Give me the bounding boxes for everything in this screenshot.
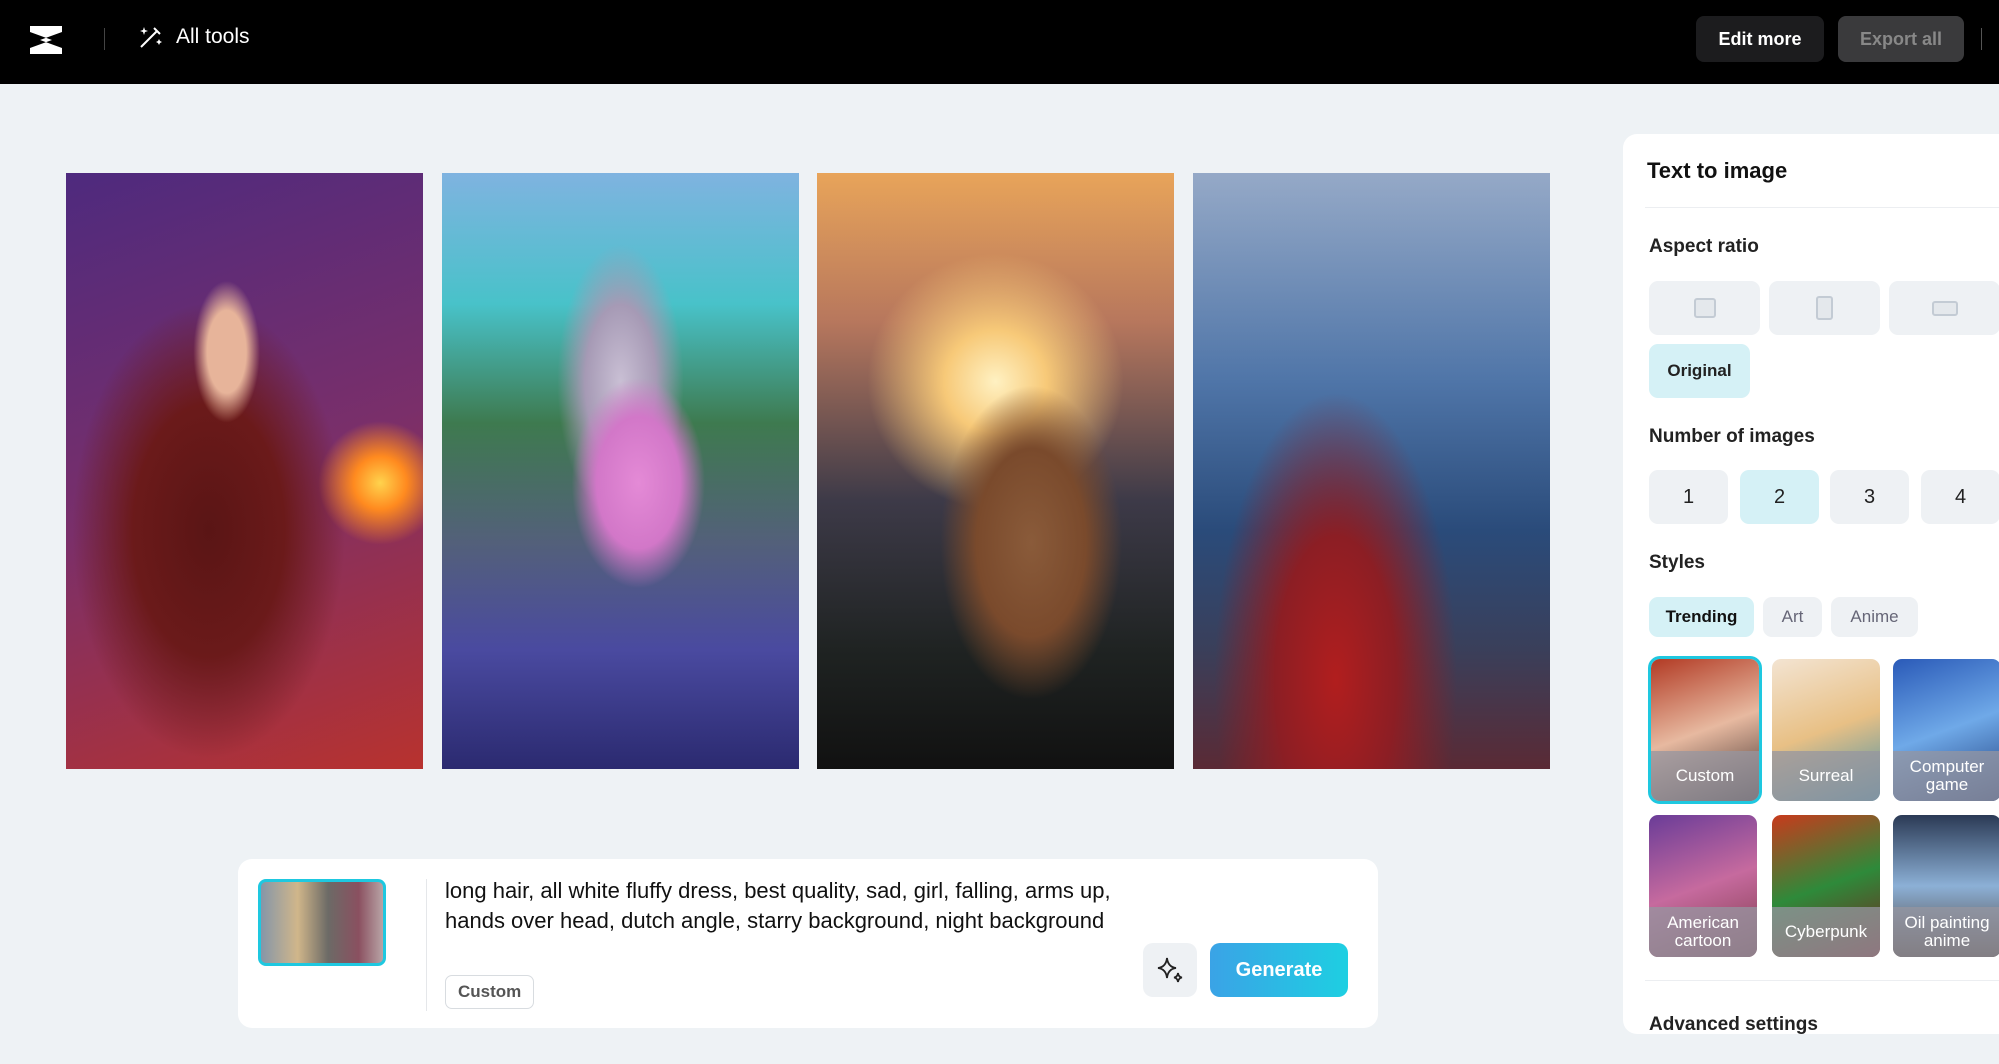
all-tools-label: All tools <box>176 25 250 48</box>
top-bar: All tools Edit more Export all <box>0 0 1999 84</box>
divider <box>1645 980 1999 981</box>
generate-button[interactable]: Generate <box>1210 943 1348 997</box>
prompt-box: long hair, all white fluffy dress, best … <box>238 859 1378 1028</box>
divider <box>426 879 427 1011</box>
style-oil-painting-anime[interactable]: Oil painting anime <box>1893 815 1999 957</box>
styles-label: Styles <box>1649 552 1705 573</box>
portrait-icon <box>1816 296 1833 320</box>
tab-trending[interactable]: Trending <box>1649 597 1754 637</box>
aspect-original-button[interactable]: Original <box>1649 344 1750 398</box>
edit-more-button[interactable]: Edit more <box>1696 16 1824 62</box>
style-tag[interactable]: Custom <box>445 975 535 1009</box>
capcut-logo-icon[interactable] <box>26 22 66 58</box>
aspect-ratio-label: Aspect ratio <box>1649 236 1759 257</box>
number-of-images-label: Number of images <box>1649 426 1815 447</box>
style-custom[interactable]: Custom <box>1648 656 1762 804</box>
magic-wand-icon <box>140 27 162 48</box>
number-1-button[interactable]: 1 <box>1649 470 1728 524</box>
generated-image-1[interactable] <box>66 173 423 769</box>
number-2-button[interactable]: 2 <box>1740 470 1819 524</box>
prompt-input[interactable]: long hair, all white fluffy dress, best … <box>445 876 1125 936</box>
panel-title: Text to image <box>1647 158 1788 183</box>
number-3-button[interactable]: 3 <box>1830 470 1909 524</box>
style-cyberpunk[interactable]: Cyberpunk <box>1772 815 1880 957</box>
reference-image-thumbnail[interactable] <box>258 879 386 966</box>
tab-art[interactable]: Art <box>1763 597 1822 637</box>
aspect-square-button[interactable] <box>1649 281 1760 335</box>
divider <box>1645 207 1999 208</box>
divider <box>104 28 105 50</box>
style-label: Cyberpunk <box>1772 907 1880 957</box>
generated-image-3[interactable] <box>817 173 1174 769</box>
style-computer-game[interactable]: Computer game <box>1893 659 1999 801</box>
style-surreal[interactable]: Surreal <box>1772 659 1880 801</box>
generated-image-2[interactable] <box>442 173 799 769</box>
divider <box>1981 28 1982 50</box>
generated-image-4[interactable] <box>1193 173 1550 769</box>
number-4-button[interactable]: 4 <box>1921 470 1999 524</box>
style-label: American cartoon <box>1649 907 1757 957</box>
square-icon <box>1693 298 1716 318</box>
style-label: Custom <box>1651 751 1759 801</box>
export-all-button[interactable]: Export all <box>1838 16 1964 62</box>
style-label: Oil painting anime <box>1893 907 1999 957</box>
tab-anime[interactable]: Anime <box>1831 597 1918 637</box>
advanced-settings-toggle[interactable]: Advanced settings <box>1649 1014 1818 1034</box>
style-label: Surreal <box>1772 751 1880 801</box>
text-to-image-panel: Text to image Aspect ratio Original Numb… <box>1623 134 1999 1034</box>
aspect-portrait-button[interactable] <box>1769 281 1880 335</box>
landscape-icon <box>1931 300 1958 316</box>
aspect-landscape-button[interactable] <box>1889 281 1999 335</box>
sparkle-icon <box>1157 957 1183 983</box>
style-american-cartoon[interactable]: American cartoon <box>1649 815 1757 957</box>
style-label: Computer game <box>1893 751 1999 801</box>
enhance-prompt-button[interactable] <box>1143 943 1197 997</box>
all-tools-button[interactable]: All tools <box>138 24 250 50</box>
